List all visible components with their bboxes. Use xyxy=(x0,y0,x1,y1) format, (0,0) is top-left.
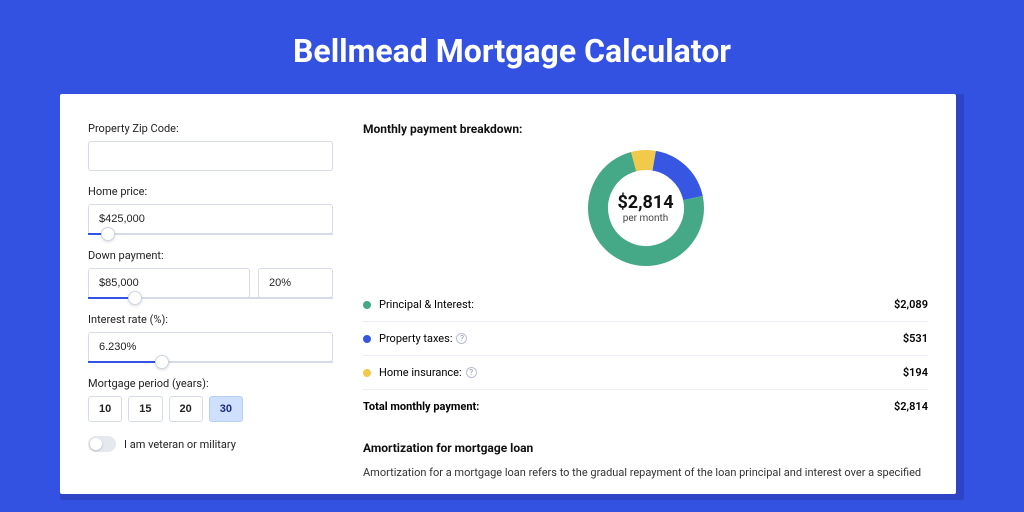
down-payment-label: Down payment: xyxy=(88,249,333,262)
donut-container: $2,814 per month xyxy=(363,148,928,268)
home-price-input[interactable] xyxy=(88,204,333,234)
breakdown-value-taxes: $531 xyxy=(903,332,928,345)
home-price-slider-thumb[interactable] xyxy=(101,227,115,241)
home-price-label: Home price: xyxy=(88,185,333,198)
zip-input[interactable] xyxy=(88,141,333,171)
period-option-30[interactable]: 30 xyxy=(209,396,243,422)
dot-principal xyxy=(363,301,371,309)
dot-insurance xyxy=(363,369,371,377)
breakdown-label-total: Total monthly payment: xyxy=(363,400,894,413)
down-payment-percent-input[interactable] xyxy=(258,268,333,298)
card-shadow: Property Zip Code: Home price: Down paym… xyxy=(60,94,964,500)
zip-label: Property Zip Code: xyxy=(88,122,333,135)
breakdown-row-principal: Principal & Interest: $2,089 xyxy=(363,288,928,322)
period-options: 10 15 20 30 xyxy=(88,396,333,422)
breakdown-label-insurance-text: Home insurance: xyxy=(379,366,462,379)
interest-rate-slider-fill xyxy=(88,361,162,363)
dot-taxes xyxy=(363,335,371,343)
period-field-group: Mortgage period (years): 10 15 20 30 xyxy=(88,377,333,422)
period-option-15[interactable]: 15 xyxy=(128,396,162,422)
breakdown-value-total: $2,814 xyxy=(894,400,928,413)
breakdown-value-insurance: $194 xyxy=(903,366,928,379)
veteran-label: I am veteran or military xyxy=(124,438,236,451)
breakdown-label-taxes: Property taxes: ? xyxy=(379,332,903,345)
period-label: Mortgage period (years): xyxy=(88,377,333,390)
donut-amount: $2,814 xyxy=(617,192,673,213)
home-price-field-group: Home price: xyxy=(88,185,333,235)
breakdown-row-total: Total monthly payment: $2,814 xyxy=(363,390,928,423)
interest-rate-slider-thumb[interactable] xyxy=(155,355,169,369)
page-title: Bellmead Mortgage Calculator xyxy=(0,0,1024,94)
payment-donut-chart: $2,814 per month xyxy=(586,148,706,268)
breakdown-value-principal: $2,089 xyxy=(894,298,928,311)
breakdown-row-insurance: Home insurance: ? $194 xyxy=(363,356,928,390)
down-payment-field-group: Down payment: xyxy=(88,249,333,299)
breakdown-label-insurance: Home insurance: ? xyxy=(379,366,903,379)
amortization-section: Amortization for mortgage loan Amortizat… xyxy=(363,441,928,482)
breakdown-row-taxes: Property taxes: ? $531 xyxy=(363,322,928,356)
interest-rate-slider[interactable] xyxy=(88,361,333,363)
veteran-toggle-knob xyxy=(90,438,102,450)
breakdown-list: Principal & Interest: $2,089 Property ta… xyxy=(363,288,928,423)
veteran-row: I am veteran or military xyxy=(88,436,333,452)
help-icon[interactable]: ? xyxy=(466,367,477,378)
donut-center: $2,814 per month xyxy=(586,148,706,268)
veteran-toggle[interactable] xyxy=(88,436,116,452)
period-option-20[interactable]: 20 xyxy=(169,396,203,422)
period-option-10[interactable]: 10 xyxy=(88,396,122,422)
amortization-text: Amortization for a mortgage loan refers … xyxy=(363,465,928,482)
down-payment-slider[interactable] xyxy=(88,297,333,299)
down-payment-slider-thumb[interactable] xyxy=(128,291,142,305)
interest-rate-field-group: Interest rate (%): xyxy=(88,313,333,363)
breakdown-column: Monthly payment breakdown: $2,814 per mo… xyxy=(363,122,928,494)
breakdown-label-taxes-text: Property taxes: xyxy=(379,332,452,345)
down-payment-amount-input[interactable] xyxy=(88,268,250,298)
interest-rate-label: Interest rate (%): xyxy=(88,313,333,326)
donut-sub: per month xyxy=(623,213,669,224)
amortization-heading: Amortization for mortgage loan xyxy=(363,441,928,455)
calculator-card: Property Zip Code: Home price: Down paym… xyxy=(60,94,956,494)
interest-rate-input[interactable] xyxy=(88,332,333,362)
form-column: Property Zip Code: Home price: Down paym… xyxy=(88,122,333,494)
breakdown-label-principal: Principal & Interest: xyxy=(379,298,894,311)
help-icon[interactable]: ? xyxy=(456,333,467,344)
breakdown-heading: Monthly payment breakdown: xyxy=(363,122,928,136)
zip-field-group: Property Zip Code: xyxy=(88,122,333,171)
home-price-slider[interactable] xyxy=(88,233,333,235)
